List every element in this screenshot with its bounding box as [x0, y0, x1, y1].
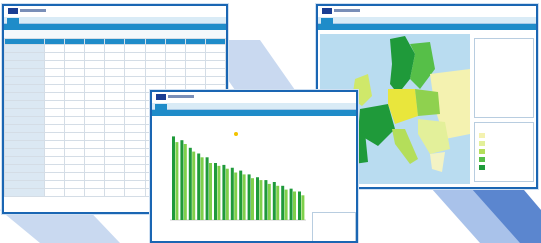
- legend-swatch: [479, 157, 485, 162]
- bar: [230, 167, 234, 220]
- bar: [293, 191, 296, 220]
- bar: [183, 144, 187, 220]
- bar: [267, 183, 271, 220]
- bar: [222, 164, 226, 220]
- logo-text: [334, 9, 360, 12]
- header: [318, 6, 536, 17]
- table-row: [4, 44, 226, 53]
- collage: [0, 0, 541, 243]
- table-row: [4, 52, 226, 61]
- tab-other[interactable]: [169, 104, 181, 110]
- tab-bar: [318, 17, 536, 24]
- bar: [301, 195, 305, 220]
- bar: [180, 140, 184, 220]
- dataset-title-bar: [318, 24, 536, 30]
- bar: [214, 163, 217, 220]
- bar: [272, 182, 276, 220]
- header: [4, 6, 226, 17]
- bar: [172, 136, 175, 220]
- bar: [234, 172, 238, 220]
- bar-chart: [170, 132, 306, 221]
- bar: [264, 180, 268, 220]
- bar: [200, 157, 204, 220]
- bar: [217, 165, 221, 220]
- table-row: [4, 68, 226, 77]
- table-row: [4, 60, 226, 69]
- logo-text: [168, 95, 194, 98]
- tab-bar: [152, 103, 356, 110]
- map-options-panel[interactable]: [474, 38, 534, 118]
- legend-swatch: [479, 133, 485, 138]
- bar: [251, 178, 254, 220]
- eu-logo-icon: [322, 8, 332, 14]
- chart-legend-panel: [312, 212, 356, 241]
- screenshot-chart-view: [150, 90, 358, 243]
- map-legend-panel: [474, 122, 534, 182]
- dataset-title-bar: [152, 110, 356, 116]
- legend-swatch: [479, 165, 485, 170]
- bar: [281, 185, 285, 220]
- logo-text: [20, 9, 46, 12]
- bar: [239, 170, 243, 220]
- bar: [276, 185, 280, 220]
- bar: [247, 174, 251, 220]
- bar: [205, 157, 209, 220]
- bar: [289, 188, 293, 220]
- tab-bar: [4, 17, 226, 24]
- region-poland: [415, 89, 440, 116]
- bar: [242, 174, 246, 220]
- eu-logo-icon: [156, 94, 166, 100]
- bar: [192, 151, 196, 220]
- bar: [225, 168, 229, 220]
- tab-chart[interactable]: [155, 104, 167, 110]
- bar: [209, 163, 212, 220]
- legend-swatch: [479, 141, 485, 146]
- bar: [284, 189, 288, 220]
- bar: [197, 153, 201, 220]
- bar: [188, 147, 192, 220]
- bar: [298, 191, 301, 220]
- tab-other[interactable]: [335, 18, 347, 24]
- bar: [259, 180, 263, 220]
- header: [152, 92, 356, 103]
- table-row: [4, 76, 226, 85]
- tab-map[interactable]: [321, 18, 333, 24]
- tab-other[interactable]: [21, 18, 33, 24]
- bar: [175, 142, 179, 220]
- tab-table[interactable]: [7, 18, 19, 24]
- legend-swatch: [479, 149, 485, 154]
- toolbar: [4, 30, 226, 38]
- bar: [256, 177, 259, 220]
- eu-logo-icon: [8, 8, 18, 14]
- legend-swatches: [479, 133, 485, 170]
- highlight-marker: [234, 132, 238, 136]
